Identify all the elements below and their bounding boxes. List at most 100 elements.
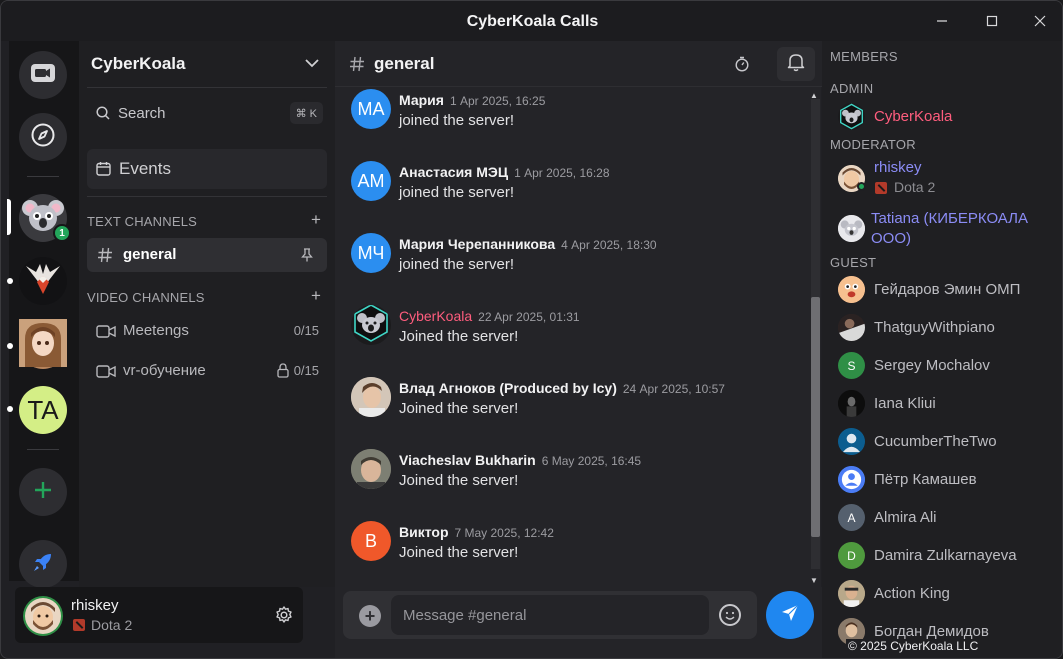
server-name[interactable]: CyberKoala (91, 54, 185, 74)
avatar (838, 103, 865, 130)
default-user-icon (838, 466, 865, 493)
dota-icon (875, 182, 887, 194)
member-item[interactable]: Пётр Камашев (838, 464, 1058, 496)
avatar[interactable]: МА (351, 89, 391, 129)
pin-icon[interactable] (301, 248, 313, 267)
server-anime[interactable] (19, 318, 67, 369)
avatar (838, 580, 865, 607)
copyright-text: © 2025 CyberKoala LLC (846, 639, 981, 653)
member-item[interactable]: Action King (838, 578, 1058, 610)
message-text: Joined the server! (399, 328, 519, 345)
message[interactable]: CyberKoala 22 Apr 2025, 01:31 Joined the … (351, 305, 801, 365)
hash-icon (97, 247, 113, 268)
message[interactable]: АМ Анастасия МЭЦ 1 Apr 2025, 16:28 joined… (351, 161, 801, 221)
member-item[interactable]: Гейдаров Эмин ОМП (838, 274, 1058, 306)
member-name: Sergey Mochalov (874, 357, 990, 374)
plus-icon (33, 480, 53, 505)
emoji-icon[interactable] (719, 604, 741, 626)
server-ta-initials: TA (27, 394, 59, 425)
member-item[interactable]: CucumberTheTwo (838, 426, 1058, 458)
unread-dot (7, 406, 13, 412)
unread-badge: 1 (53, 224, 71, 242)
avatar[interactable]: АМ (351, 161, 391, 201)
server-ta[interactable]: TA (19, 386, 67, 434)
server-eagle[interactable] (19, 257, 67, 305)
bell-icon (787, 52, 805, 77)
avatar[interactable]: МЧ (351, 233, 391, 273)
member-name: Iana Kliui (874, 395, 936, 412)
member-item[interactable]: CyberKoala (838, 101, 1058, 133)
explore-button[interactable] (19, 113, 67, 161)
video-calls-button[interactable] (19, 51, 67, 99)
add-video-channel-icon[interactable]: + (311, 286, 321, 306)
maximize-icon[interactable] (982, 11, 1002, 31)
message-author: Влад Агноков (Produced by Icy) 24 Apr 202… (399, 380, 725, 396)
message-input[interactable] (391, 595, 709, 635)
koala-icon (351, 305, 391, 345)
composer-box: + (343, 591, 757, 639)
message-time: 4 Apr 2025, 18:30 (561, 238, 657, 252)
avatar[interactable] (23, 596, 63, 636)
send-button[interactable] (766, 591, 814, 639)
channel-general[interactable]: general (87, 238, 327, 272)
member-item[interactable]: Iana Kliui (838, 388, 1058, 420)
app-window: CyberKoala Calls 1 TA CyberKoala Search … (0, 0, 1063, 659)
member-name: Almira Ali (874, 509, 937, 526)
avatar[interactable] (351, 305, 391, 345)
member-item[interactable]: rhiskey Dota 2 (838, 159, 1058, 199)
message-author: Виктор 7 May 2025, 12:42 (399, 524, 554, 540)
avatar[interactable] (351, 449, 391, 489)
compass-icon (30, 122, 56, 153)
rail-divider (27, 449, 59, 450)
member-status: Dota 2 (894, 179, 936, 195)
user-panel: rhiskey Dota 2 (15, 587, 303, 643)
events-button[interactable]: Events (87, 149, 327, 189)
search-shortcut: ⌘ K (289, 102, 323, 124)
channel-name: vr-обучение (123, 362, 206, 379)
minimize-icon[interactable] (932, 11, 952, 31)
channel-meetengs[interactable]: Meetengs 0/15 (87, 314, 327, 348)
message-composer: + (335, 587, 822, 658)
avatar (838, 276, 865, 303)
channel-vr-obuchenie[interactable]: vr-обучение 0/15 (87, 354, 327, 388)
avatar[interactable] (351, 377, 391, 417)
message-scrollbar[interactable]: ▲ ▼ (807, 87, 821, 587)
video-channel-icon (96, 325, 116, 343)
chevron-down-icon[interactable] (305, 55, 319, 71)
member-item[interactable]: ThatguyWithpiano (838, 312, 1058, 344)
video-channels-header: VIDEO CHANNELS (87, 290, 205, 305)
notifications-button[interactable] (777, 47, 815, 81)
member-item[interactable]: A Almira Ali (838, 502, 1058, 534)
boost-button[interactable] (19, 540, 67, 588)
member-name: ThatguyWithpiano (874, 319, 995, 336)
member-item[interactable]: S Sergey Mochalov (838, 350, 1058, 382)
group-header-admin: ADMIN (830, 81, 874, 96)
message[interactable]: В Виктор 7 May 2025, 12:42 Joined the ser… (351, 521, 801, 581)
message[interactable]: Влад Агноков (Produced by Icy) 24 Apr 202… (351, 377, 801, 437)
attach-plus-icon[interactable]: + (359, 605, 381, 627)
message[interactable]: МЧ Мария Черепанникова 4 Apr 2025, 18:30 … (351, 233, 801, 293)
unread-dot (7, 278, 13, 284)
close-icon[interactable] (1030, 11, 1050, 31)
message-text: joined the server! (399, 256, 515, 273)
avatar[interactable]: В (351, 521, 391, 561)
member-name: Пётр Камашев (874, 471, 977, 488)
divider (87, 196, 327, 197)
member-name: Tatiana (КИБЕРКОАЛА ООО) (871, 210, 1028, 247)
send-icon (780, 603, 800, 628)
timer-icon[interactable] (734, 56, 750, 77)
message-time: 1 Apr 2025, 16:28 (514, 166, 610, 180)
message[interactable]: Viacheslav Bukharin 6 May 2025, 16:45 Joi… (351, 449, 801, 509)
gear-icon[interactable] (275, 606, 293, 629)
avatar (838, 390, 865, 417)
add-server-button[interactable] (19, 468, 67, 516)
avatar: D (838, 542, 865, 569)
member-item[interactable]: Tatiana (КИБЕРКОАЛА ООО) (838, 209, 1058, 253)
search-button[interactable]: Search ⌘ K (87, 97, 327, 129)
scroll-thumb[interactable] (811, 297, 820, 537)
add-text-channel-icon[interactable]: + (311, 210, 321, 230)
message[interactable]: МА Мария 1 Apr 2025, 16:25 joined the ser… (351, 89, 801, 149)
message-time: 7 May 2025, 12:42 (454, 526, 554, 540)
scroll-down-icon[interactable]: ▼ (810, 576, 818, 585)
member-item[interactable]: D Damira Zulkarnayeva (838, 540, 1058, 572)
